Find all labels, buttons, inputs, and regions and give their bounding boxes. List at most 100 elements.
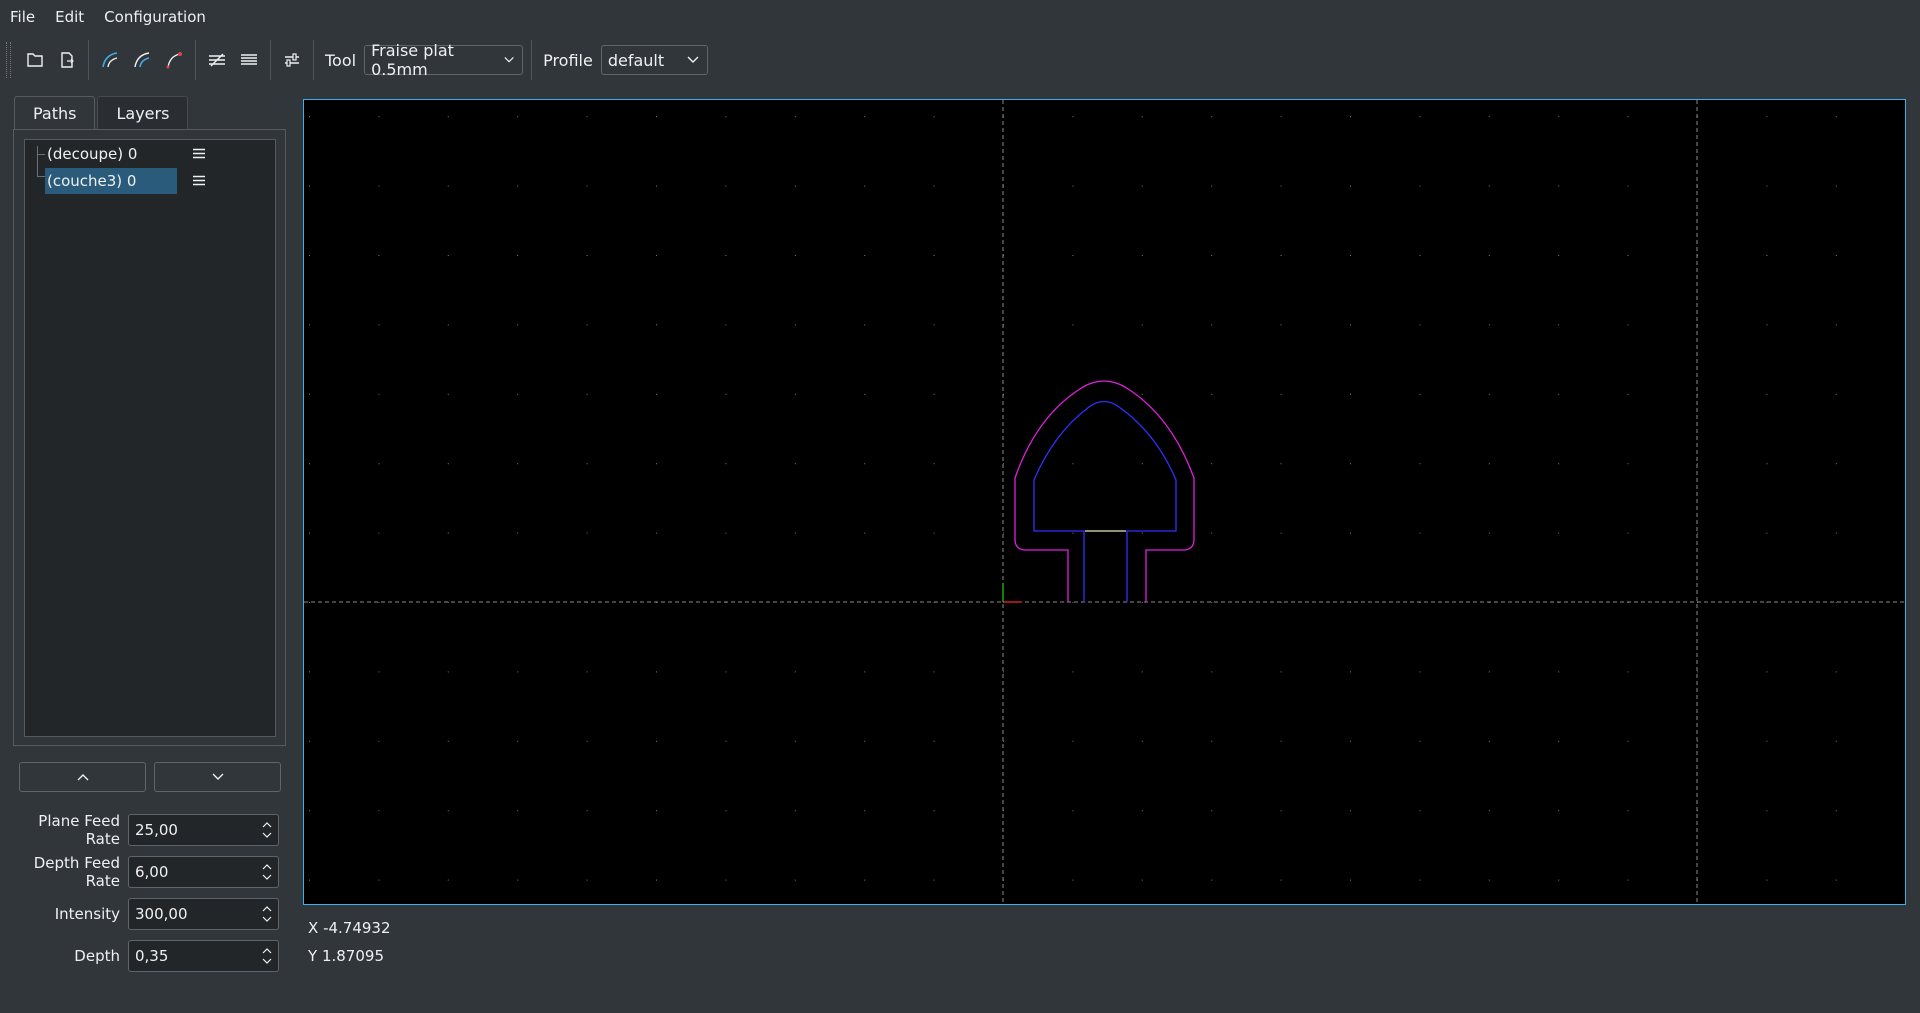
grid-dot xyxy=(725,879,727,881)
grid-dot xyxy=(1350,810,1351,812)
chevron-down-icon xyxy=(504,57,514,63)
menu-file[interactable]: File xyxy=(0,0,45,34)
path-item-label: (couche3) 0 xyxy=(45,168,177,194)
depth-spinbox[interactable]: 0,35 xyxy=(128,940,279,972)
grid-dot xyxy=(1072,671,1074,673)
grid-dot xyxy=(309,740,310,742)
grid-dot xyxy=(447,879,449,881)
tool-select[interactable]: Fraise plat 0.5mm xyxy=(364,41,524,79)
arc-tool-button[interactable] xyxy=(94,44,126,76)
tree-branch-line xyxy=(37,146,38,176)
grid-dot xyxy=(794,532,796,534)
grid-dot xyxy=(933,671,935,673)
grid-dot xyxy=(1488,879,1490,881)
move-down-button[interactable] xyxy=(154,762,281,792)
spin-arrows-icon[interactable] xyxy=(262,906,272,922)
grid-dot xyxy=(794,393,796,395)
menu-icon[interactable] xyxy=(193,148,205,159)
spin-arrows-icon[interactable] xyxy=(262,864,272,880)
grid-dot xyxy=(1141,879,1143,881)
menu-icon[interactable] xyxy=(193,175,205,186)
path-item-decoupe[interactable]: (decoupe) 0 xyxy=(45,141,205,167)
grid-dot xyxy=(656,740,657,742)
lines-icon xyxy=(241,54,257,65)
grid-dot xyxy=(1627,532,1629,534)
grid-dot xyxy=(656,393,657,395)
grid-dot xyxy=(1350,463,1351,465)
export-file-button[interactable] xyxy=(51,44,83,76)
grid-dot xyxy=(1141,740,1143,742)
grid-dot xyxy=(1835,810,1837,812)
grid-dot xyxy=(447,671,449,673)
toolbar-handle[interactable] xyxy=(6,42,11,78)
grid-dot xyxy=(378,324,380,326)
arc-tool-3-button[interactable] xyxy=(158,44,190,76)
grid-dot xyxy=(725,185,727,187)
arc-tool-2-button[interactable] xyxy=(126,44,158,76)
menu-edit[interactable]: Edit xyxy=(45,0,94,34)
grid-dot xyxy=(794,185,796,187)
open-file-icon xyxy=(27,53,43,67)
grid-dot xyxy=(1419,463,1421,465)
depth-feed-rate-label: Depth Feed Rate xyxy=(33,854,120,890)
grid-dot xyxy=(1072,185,1074,187)
grid-dot xyxy=(1558,463,1560,465)
grid-dot xyxy=(1419,879,1421,881)
plane-feed-rate-label: Plane Feed Rate xyxy=(38,812,120,848)
depth-feed-rate-spinbox[interactable]: 6,00 xyxy=(128,856,279,888)
menu-configuration[interactable]: Configuration xyxy=(94,0,216,34)
grid-dot xyxy=(586,185,588,187)
tab-layers[interactable]: Layers xyxy=(97,96,189,130)
grid-dot xyxy=(378,740,380,742)
grid-dot xyxy=(1627,671,1629,673)
grid-dot xyxy=(933,393,935,395)
lines-button[interactable] xyxy=(233,44,265,76)
intensity-spinbox[interactable]: 300,00 xyxy=(128,898,279,930)
grid-dot xyxy=(1141,185,1143,187)
spin-arrows-icon[interactable] xyxy=(262,822,272,838)
grid-dot xyxy=(864,532,866,534)
grid-dot xyxy=(1627,740,1629,742)
depth-feed-rate-row: Depth Feed Rate 6,00 xyxy=(0,854,290,890)
grid-dot xyxy=(1419,185,1421,187)
grid-dot xyxy=(586,532,588,534)
tool-label: Tool xyxy=(325,50,357,70)
grid-dot xyxy=(864,879,866,881)
spin-arrows-icon[interactable] xyxy=(262,948,272,964)
grid-dot xyxy=(1766,116,1768,118)
drawing-canvas[interactable] xyxy=(303,99,1906,905)
grid-dot xyxy=(1835,879,1837,881)
cursor-x-readout: X -4.74932 xyxy=(308,919,391,937)
grid-dot xyxy=(586,324,588,326)
grid-dot xyxy=(1835,324,1837,326)
cursor-y-value: 1.87095 xyxy=(321,947,384,965)
plane-feed-rate-spinbox[interactable]: 25,00 xyxy=(128,814,279,846)
grid-dot xyxy=(794,879,796,881)
pocket-button[interactable] xyxy=(201,44,233,76)
grid-dot xyxy=(1835,602,1837,603)
grid-dot xyxy=(1627,255,1629,256)
profile-select[interactable]: default xyxy=(600,45,708,75)
grid-dot xyxy=(1350,185,1351,187)
grid-dot xyxy=(1627,324,1629,326)
path-item-couche3[interactable]: (couche3) 0 xyxy=(45,168,205,194)
move-up-button[interactable] xyxy=(19,762,146,792)
grid-dot xyxy=(933,463,935,465)
depth-value: 0,35 xyxy=(135,947,169,965)
grid-dot xyxy=(378,602,380,603)
open-file-button[interactable] xyxy=(19,44,51,76)
tab-paths[interactable]: Paths xyxy=(14,96,96,130)
grid-dot xyxy=(1488,532,1490,534)
cursor-y-label: Y xyxy=(308,947,318,965)
grid-dot xyxy=(1627,810,1629,812)
settings-sliders-button[interactable] xyxy=(276,44,308,76)
grid-dot xyxy=(1072,810,1074,812)
grid-dot xyxy=(309,116,310,118)
grid-dot xyxy=(1488,255,1490,256)
chevron-down-icon xyxy=(212,773,223,780)
grid-dot xyxy=(725,116,727,118)
grid-dot xyxy=(933,532,935,534)
grid-dot xyxy=(794,671,796,673)
pocket-icon xyxy=(209,53,225,67)
grid-dot xyxy=(1766,671,1768,673)
